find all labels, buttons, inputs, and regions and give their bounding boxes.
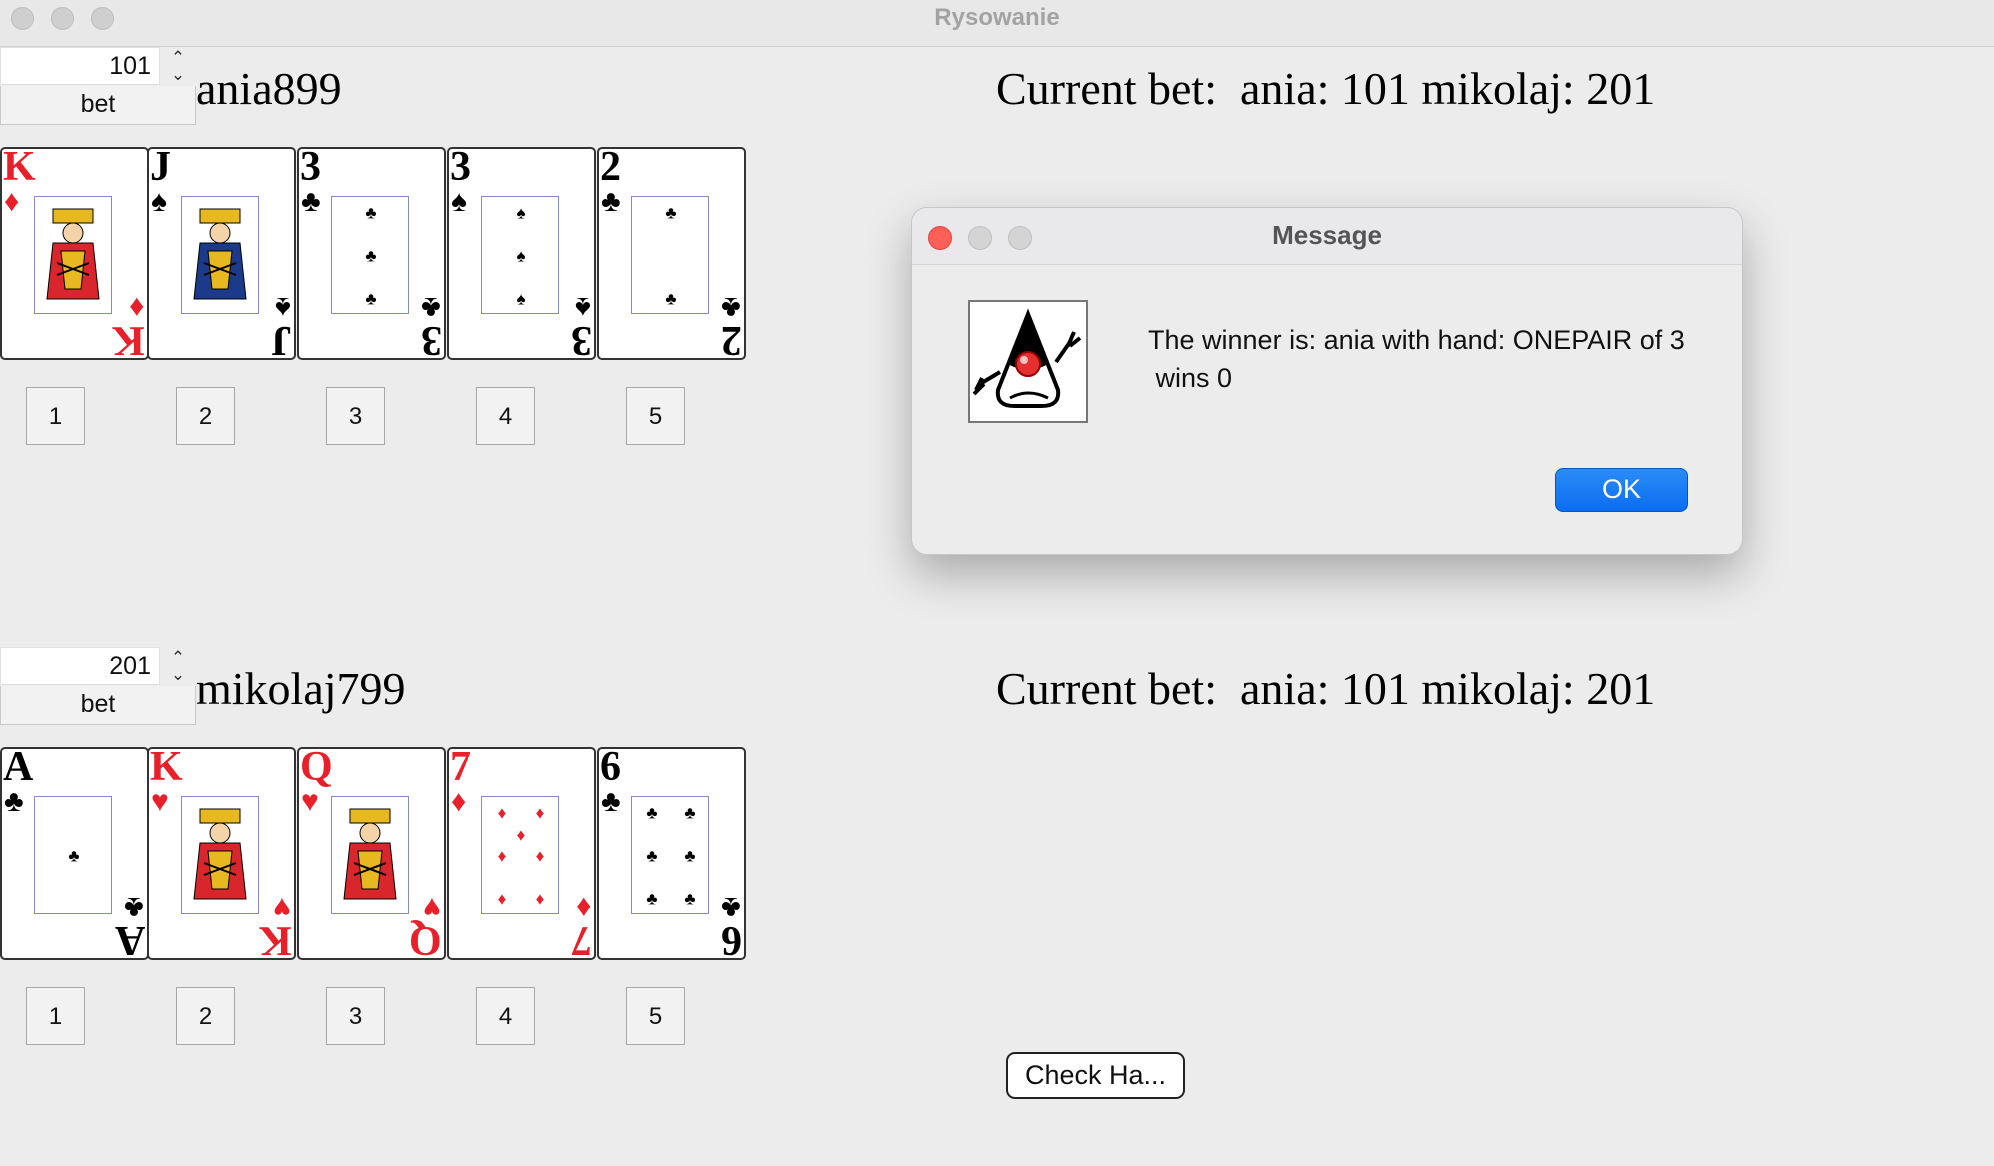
dialog-title: Message <box>1272 220 1382 250</box>
card-pip-icon: ♣ <box>684 889 696 909</box>
card-center: ♠ ♠ ♠ <box>481 196 559 314</box>
card-rank: A <box>114 917 145 960</box>
spinner-arrows-icon[interactable]: ⌃ ⌄ <box>166 649 190 687</box>
player2-card-2: K ♥ ♥ K <box>147 747 296 960</box>
face-card-figure-icon <box>193 808 247 900</box>
bet-button-player2[interactable]: bet <box>0 686 196 725</box>
card-center <box>181 196 259 314</box>
card-center <box>331 796 409 914</box>
player2-card-select-button-3[interactable]: 3 <box>326 987 385 1045</box>
bet-button-player1[interactable]: bet <box>0 86 196 125</box>
card-suit-icon: ♦ <box>4 185 20 218</box>
face-card-figure-icon <box>343 808 397 900</box>
card-suit-icon: ♥ <box>301 785 319 818</box>
card-pip-icon: ♣ <box>665 203 677 223</box>
player1-card-2: J ♠ ♠ J <box>147 147 296 360</box>
card-rank: K <box>259 917 292 960</box>
player1-card-select-button-3[interactable]: 3 <box>326 387 385 445</box>
java-duke-icon <box>968 300 1088 423</box>
bet-spinner-field[interactable]: 101 <box>0 47 160 85</box>
message-dialog: Message The winner is: ania with hand: O… <box>911 207 1743 555</box>
card-suit-icon: ♦ <box>451 785 467 818</box>
card-pip-icon: ♣ <box>646 846 658 866</box>
bet-spinner-player1[interactable]: 101 ⌃ ⌄ <box>0 47 190 87</box>
card-pip-icon: ♠ <box>516 289 526 309</box>
bet-spinner-player2[interactable]: 201 ⌃ ⌄ <box>0 647 190 687</box>
face-card-figure-icon <box>193 208 247 300</box>
dialog-message-line1: The winner is: ania with hand: ONEPAIR o… <box>1148 325 1685 355</box>
card-center: ♣ ♣ <box>631 196 709 314</box>
player2-card-1: A ♣ ♣ ♣ A <box>0 747 149 960</box>
card-center <box>181 796 259 914</box>
card-rank: 3 <box>571 317 592 360</box>
window-titlebar: Rysowanie <box>0 0 1994 47</box>
player1-card-4: 3 ♠ ♠ ♠ ♠ ♠ 3 <box>447 147 596 360</box>
player2-card-select-button-4[interactable]: 4 <box>476 987 535 1045</box>
card-suit-icon: ♣ <box>601 185 621 218</box>
current-bet-label-1: Current bet: ania: 101 mikolaj: 201 <box>996 63 1656 114</box>
dialog-titlebar: Message <box>912 208 1742 265</box>
card-suit-icon: ♣ <box>301 185 321 218</box>
card-rank: J <box>271 317 292 360</box>
player2-card-3: Q ♥ ♥ Q <box>297 747 446 960</box>
player1-card-3: 3 ♣ ♣ ♣ ♣ ♣ 3 <box>297 147 446 360</box>
card-pip-icon: ♣ <box>684 846 696 866</box>
card-rank: Q <box>409 917 442 960</box>
card-pip-icon: ♣ <box>684 803 696 823</box>
card-center <box>34 196 112 314</box>
card-pip-icon: ♣ <box>646 803 658 823</box>
card-suit-icon: ♠ <box>151 185 167 218</box>
card-pip-icon: ♠ <box>516 203 526 223</box>
card-rank: K <box>112 317 145 360</box>
card-center: ♣ ♣ ♣ ♣ ♣ ♣ <box>631 796 709 914</box>
card-center: ♦ ♦ ♦ ♦ ♦ ♦ ♦ <box>481 796 559 914</box>
card-pip-icon: ♦ <box>497 803 507 823</box>
card-pip-icon: ♣ <box>68 846 80 866</box>
player1-card-5: 2 ♣ ♣ ♣ ♣ 2 <box>597 147 746 360</box>
spinner-arrows-icon[interactable]: ⌃ ⌄ <box>166 49 190 87</box>
card-pip-icon: ♦ <box>497 846 507 866</box>
card-pip-icon: ♦ <box>535 846 545 866</box>
card-rank: 3 <box>421 317 442 360</box>
dialog-message-line2: wins 0 <box>1148 363 1233 393</box>
check-hand-button[interactable]: Check Ha... <box>1006 1052 1185 1099</box>
ok-button[interactable]: OK <box>1555 468 1688 512</box>
card-center: ♣ ♣ ♣ <box>331 196 409 314</box>
card-pip-icon: ♣ <box>365 246 377 266</box>
card-center: ♣ <box>34 796 112 914</box>
player1-card-select-button-4[interactable]: 4 <box>476 387 535 445</box>
face-card-figure-icon <box>46 208 100 300</box>
player1-card-select-button-1[interactable]: 1 <box>26 387 85 445</box>
player1-name: ania899 <box>196 63 342 114</box>
card-pip-icon: ♣ <box>365 289 377 309</box>
card-rank: 7 <box>571 917 592 960</box>
player2-card-select-button-1[interactable]: 1 <box>26 987 85 1045</box>
bet-spinner-field[interactable]: 201 <box>0 647 160 685</box>
window-title: Rysowanie <box>934 4 1060 31</box>
card-suit-icon: ♣ <box>601 785 621 818</box>
card-pip-icon: ♣ <box>665 289 677 309</box>
card-suit-icon: ♠ <box>451 185 467 218</box>
player1-card-select-button-2[interactable]: 2 <box>176 387 235 445</box>
card-rank: 6 <box>721 917 742 960</box>
player2-name: mikolaj799 <box>196 663 406 714</box>
card-pip-icon: ♦ <box>497 889 507 909</box>
card-rank: 2 <box>721 317 742 360</box>
player1-card-select-button-5[interactable]: 5 <box>626 387 685 445</box>
card-pip-icon: ♠ <box>516 246 526 266</box>
card-pip-icon: ♣ <box>365 203 377 223</box>
player2-card-select-button-2[interactable]: 2 <box>176 987 235 1045</box>
card-pip-icon: ♦ <box>535 803 545 823</box>
card-pip-icon: ♦ <box>516 825 526 845</box>
card-suit-icon: ♥ <box>151 785 169 818</box>
player2-card-select-button-5[interactable]: 5 <box>626 987 685 1045</box>
card-pip-icon: ♦ <box>535 889 545 909</box>
player1-card-1: K ♦ ♦ K <box>0 147 149 360</box>
card-pip-icon: ♣ <box>646 889 658 909</box>
player2-card-5: 6 ♣ ♣ ♣ ♣ ♣ ♣ ♣ ♣ 6 <box>597 747 746 960</box>
current-bet-label-2: Current bet: ania: 101 mikolaj: 201 <box>996 663 1656 714</box>
player2-card-4: 7 ♦ ♦ ♦ ♦ ♦ ♦ ♦ ♦ ♦ 7 <box>447 747 596 960</box>
card-suit-icon: ♣ <box>4 785 24 818</box>
